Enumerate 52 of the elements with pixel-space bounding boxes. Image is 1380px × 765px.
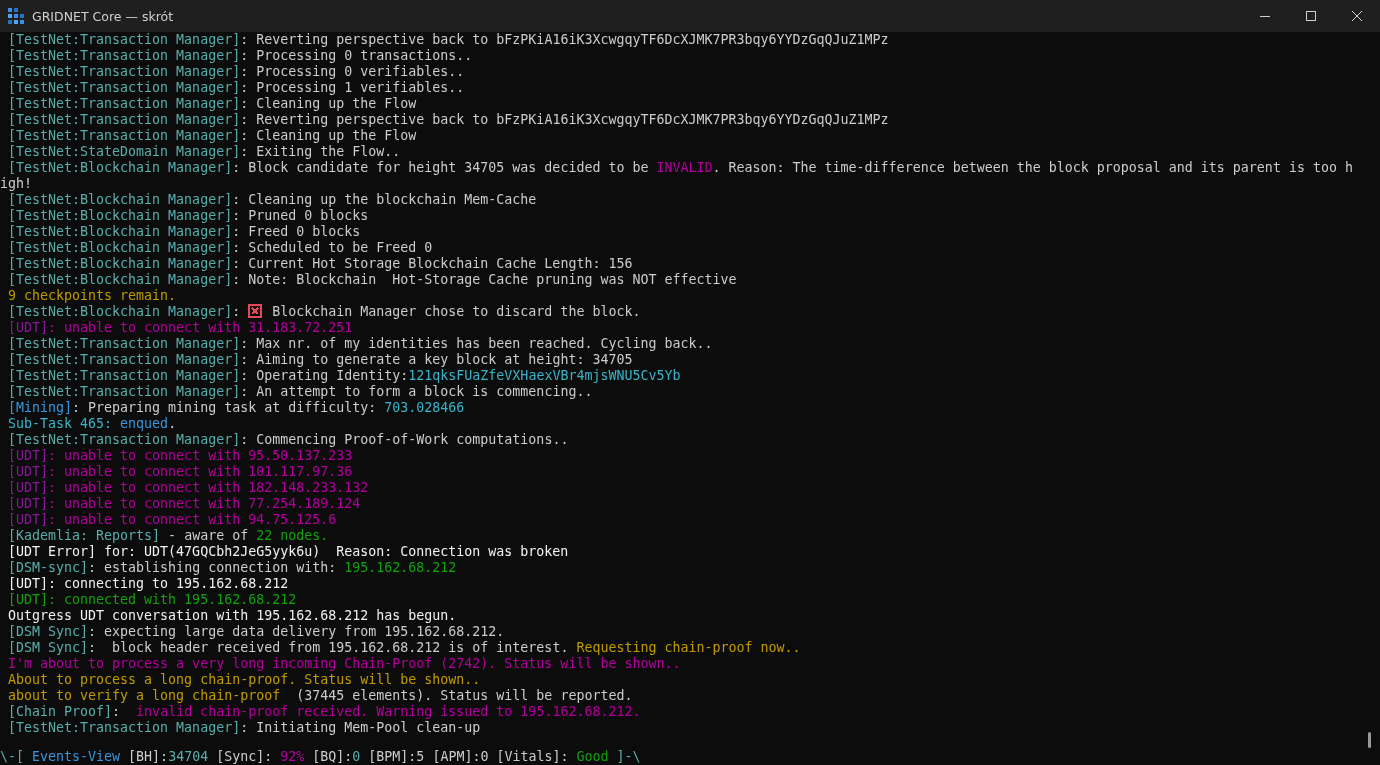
log-line: [TestNet:Transaction Manager]: Reverting perspective back to bFzPKiA16iK3XcwgqyTF6DcXJMK7PR3bqy6YYDzGqQJuZ1MPz bbox=[7, 32, 890, 48]
log-text: Blockchain Manager chose to discard the block. bbox=[271, 304, 641, 319]
log-line: Outgress UDT conversation with 195.162.68.212 has begun. bbox=[7, 608, 458, 624]
app-icon bbox=[8, 8, 24, 24]
log-line: [TestNet:Transaction Manager]: Cleaning up the Flow bbox=[7, 128, 418, 144]
log-line: [DSM-sync]: establishing connection with: 195.162.68.212 bbox=[7, 560, 458, 576]
log-line: [TestNet:Transaction Manager]: Processing 0 transactions.. bbox=[7, 48, 474, 64]
log-line: [TestNet:Transaction Manager]: Initiating Mem-Pool clean-up bbox=[7, 720, 482, 736]
log-line: [TestNet:Blockchain Manager]: Scheduled to be Freed 0 bbox=[7, 240, 434, 256]
log-line: [TestNet:Transaction Manager]: Reverting perspective back to bFzPKiA16iK3XcwgqyTF6DcXJMK7PR3bqy6YYDzGqQJuZ1MPz bbox=[7, 112, 890, 128]
log-line: [TestNet:Blockchain Manager]: Note: Blockchain Hot-Storage Cache pruning was NOT effective bbox=[7, 272, 738, 288]
log-line: [UDT Error] for: UDT(47GQCbh2JeG5yyk6u) Reason: Connection was broken bbox=[7, 544, 570, 560]
log-line: [TestNet:Blockchain Manager]: Cleaning up the blockchain Mem-Cache bbox=[7, 192, 538, 208]
log-line: [UDT]: unable to connect with 101.117.97.36 bbox=[7, 464, 354, 480]
log-line: [DSM Sync]: expecting large data delivery from 195.162.68.212. bbox=[7, 624, 506, 640]
log-line: [TestNet:Blockchain Manager]: Pruned 0 blocks bbox=[7, 208, 370, 224]
log-line: [UDT]: unable to connect with 95.50.137.233 bbox=[7, 448, 354, 464]
maximize-icon bbox=[1306, 11, 1316, 21]
log-line: about to verify a long chain-proof (37445 elements). Status will be reported. bbox=[7, 688, 634, 704]
close-icon bbox=[1352, 11, 1362, 21]
minimize-icon bbox=[1260, 15, 1270, 17]
log-line: About to process a long chain-proof. Status will be shown.. bbox=[7, 672, 482, 688]
log-line: [TestNet:Transaction Manager]: An attempt to form a block is commencing.. bbox=[7, 384, 594, 400]
log-line: 9 checkpoints remain. bbox=[7, 288, 178, 304]
log-line: [TestNet:Transaction Manager]: Processing 0 verifiables.. bbox=[7, 64, 466, 80]
log-text: [TestNet:Blockchain Manager] bbox=[8, 304, 233, 319]
log-line: Sub-Task 465: enqued. bbox=[7, 416, 178, 432]
log-line: [TestNet:Transaction Manager]: Cleaning up the Flow bbox=[7, 96, 418, 112]
log-line: I'm about to process a very long incoming Chain-Proof (2742). Status will be shown.. bbox=[7, 656, 682, 672]
log-line: [Kademlia: Reports] - aware of 22 nodes. bbox=[7, 528, 330, 544]
log-line: [TestNet:Transaction Manager]: Processing 1 verifiables.. bbox=[7, 80, 466, 96]
log-line: [Mining]: Preparing mining task at difficulty: 703.028466 bbox=[7, 400, 466, 416]
log-line: [UDT]: unable to connect with 31.183.72.251 bbox=[7, 320, 354, 336]
log-line: [TestNet:Transaction Manager]: Operating Identity:121qksFUaZfeVXHaexVBr4mjsWNU5Cv5Yb bbox=[7, 368, 682, 384]
log-line: [UDT]: unable to connect with 94.75.125.6 bbox=[7, 512, 338, 528]
log-line: [Chain Proof]: invalid chain-proof received. Warning issued to 195.162.68.212. bbox=[7, 704, 642, 720]
log-line: [TestNet:Transaction Manager]: Max nr. of my identities has been reached. Cycling back.. bbox=[7, 336, 714, 352]
log-line: [TestNet:Transaction Manager]: Commencing Proof-of-Work computations.. bbox=[7, 432, 570, 448]
log-line: [TestNet:Transaction Manager]: Aiming to generate a key block at height: 34705 bbox=[7, 352, 634, 368]
window-title: GRIDNET Core — skrót bbox=[32, 8, 175, 24]
log-line: [UDT]: unable to connect with 182.148.233.132 bbox=[7, 480, 370, 496]
log-line: [UDT]: unable to connect with 77.254.189.124 bbox=[7, 496, 362, 512]
status-line: \-[ Events-View [BH]:34704 [Sync]: 92% [BQ]:0 [BPM]:5 [APM]:0 [Vitals]: Good ]-\ bbox=[0, 749, 642, 765]
scrollbar-thumb[interactable] bbox=[1368, 732, 1371, 748]
log-line: [DSM Sync]: block header received from 195.162.68.212 is of interest. Requesting chain-proof now.. bbox=[7, 640, 802, 656]
log-line: [TestNet:Blockchain Manager]: Block candidate for height 34705 was decided to be INVALID. Reason: The time-difference between the block proposal and its parent is too high! bbox=[0, 160, 1354, 192]
log-line: [TestNet:Blockchain Manager]: Current Hot Storage Blockchain Cache Length: 156 bbox=[7, 256, 634, 272]
log-line: [TestNet:StateDomain Manager]: Exiting the Flow.. bbox=[7, 144, 402, 160]
log-text: : bbox=[232, 304, 242, 319]
log-line: [UDT]: connecting to 195.162.68.212 bbox=[7, 576, 290, 592]
log-line: [UDT]: connected with 195.162.68.212 bbox=[7, 592, 298, 608]
log-line: [TestNet:Blockchain Manager]: Freed 0 blocks bbox=[7, 224, 362, 240]
